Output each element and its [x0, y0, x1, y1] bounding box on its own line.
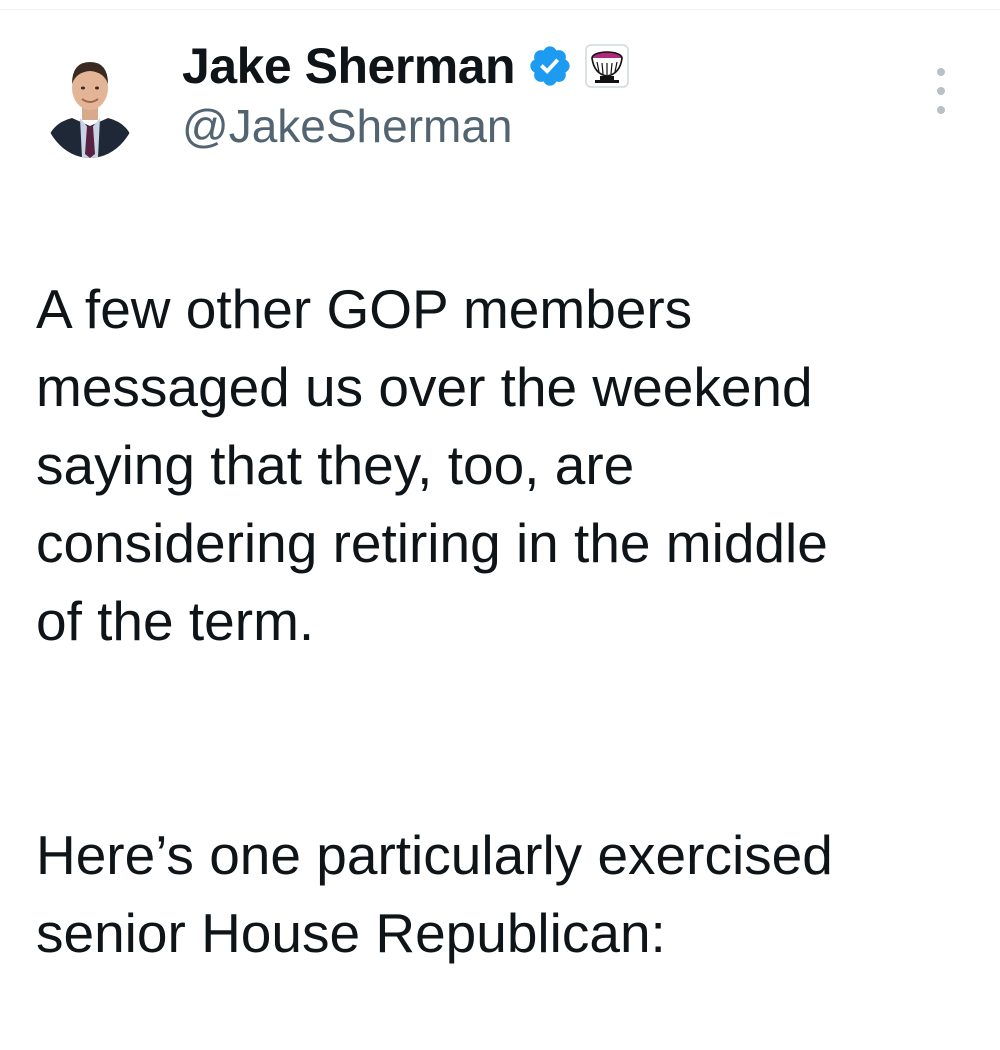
user-handle[interactable]: @JakeSherman	[182, 98, 629, 154]
verified-badge-icon[interactable]	[527, 43, 573, 89]
more-dot	[937, 106, 945, 114]
more-options-icon[interactable]	[926, 68, 956, 114]
top-divider	[0, 9, 1000, 10]
name-row: Jake Sherman	[182, 36, 629, 96]
affiliate-badge-icon[interactable]	[585, 44, 629, 88]
tweet-paragraph: Here’s one particularly exercised senior…	[36, 824, 833, 964]
tweet-header: Jake Sherman @JakeSherman	[182, 36, 629, 154]
more-dot	[937, 87, 945, 95]
avatar[interactable]	[42, 42, 138, 158]
tweet-text: A few other GOP members messaged us over…	[36, 192, 976, 1050]
more-dot	[937, 68, 945, 76]
display-name[interactable]: Jake Sherman	[182, 36, 516, 96]
tweet-paragraph: A few other GOP members messaged us over…	[36, 278, 828, 652]
